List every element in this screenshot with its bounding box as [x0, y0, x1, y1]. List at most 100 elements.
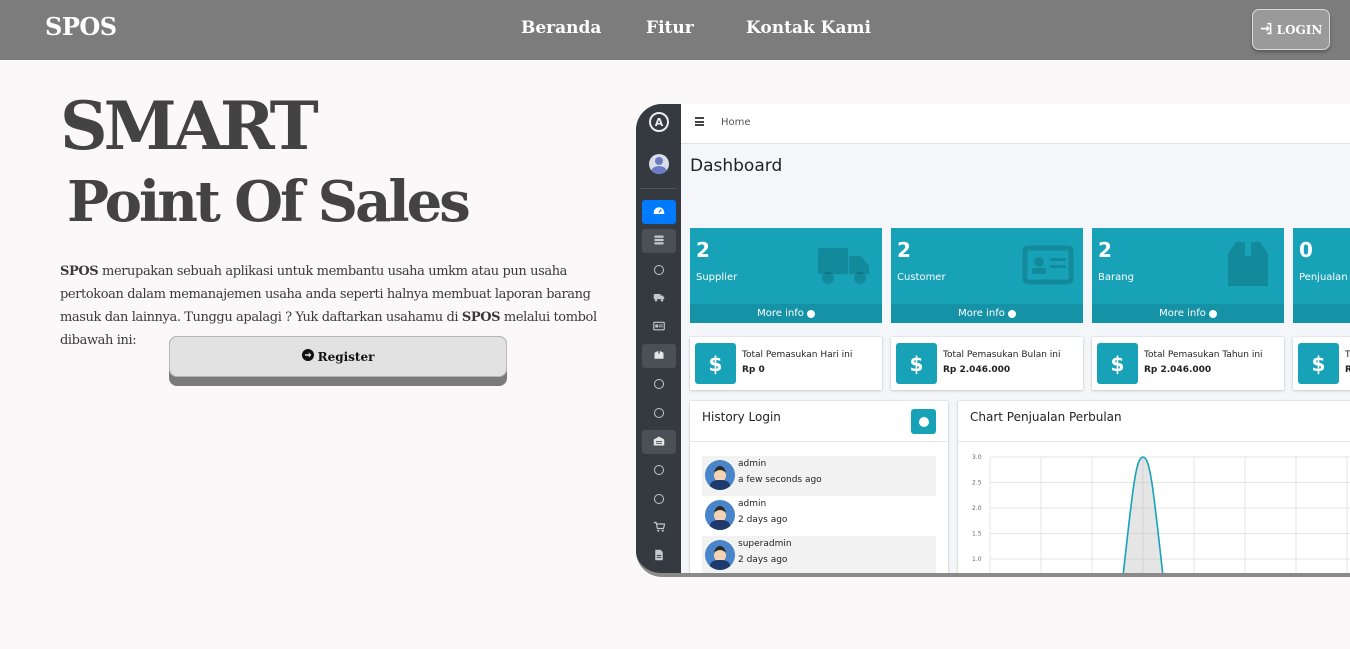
- history-row: admin 2 days ago: [702, 496, 936, 536]
- truck-icon: [653, 291, 665, 306]
- arrow-circle-right-icon: [806, 309, 815, 318]
- stat-count: 0: [1299, 238, 1313, 262]
- more-info-link: [1293, 304, 1350, 323]
- tachometer-icon: [653, 205, 665, 220]
- dollar-icon: $: [1298, 343, 1339, 384]
- stat-label: Barang: [1098, 272, 1134, 283]
- stat-count: 2: [696, 238, 710, 262]
- circle-icon: [654, 265, 664, 275]
- sidebar-item-customer: [642, 315, 676, 339]
- id-card-icon: [1019, 240, 1075, 290]
- circle-icon: [654, 408, 664, 418]
- more-info-label: More info: [958, 308, 1005, 319]
- card-header: Chart Penjualan Perbulan: [958, 401, 1350, 442]
- user-avatar: [705, 460, 735, 490]
- sign-in-icon: [1260, 22, 1273, 38]
- sidebar-item: [642, 372, 676, 396]
- circle-icon: [654, 465, 664, 475]
- register-label: Register: [317, 349, 375, 364]
- warehouse-icon: [653, 435, 665, 450]
- nav-link-kontak-kami[interactable]: Kontak Kami: [746, 18, 871, 38]
- stat-label: Penjualan Ha: [1299, 272, 1350, 283]
- history-row: superadmin 2 days ago: [702, 536, 936, 573]
- nav-link-fitur[interactable]: Fitur: [646, 18, 694, 38]
- brand-logo[interactable]: SPOS: [45, 12, 117, 41]
- sales-chart: 3.0 2.5 2.0 1.5 1.0: [972, 454, 1350, 573]
- dollar-icon: $: [695, 343, 736, 384]
- arrow-circle-right-icon: [1208, 309, 1217, 318]
- more-info-link: More info: [1092, 304, 1284, 323]
- income-title: Total Pemasukan Hari ini: [742, 350, 853, 360]
- sidebar-item-supplier: [642, 286, 676, 310]
- income-value: R: [1345, 365, 1350, 375]
- login-button[interactable]: LOGIN: [1252, 9, 1330, 50]
- nav-link-beranda[interactable]: Beranda: [521, 18, 601, 38]
- card-title: History Login: [702, 410, 781, 424]
- dollar-icon: $: [896, 343, 937, 384]
- more-info-label: More info: [1159, 308, 1206, 319]
- sidebar-item: [642, 258, 676, 282]
- chart-y-tick-label: 1.5: [972, 531, 982, 538]
- sidebar-item: [642, 458, 676, 482]
- history-user: superadmin: [738, 539, 792, 549]
- sidebar-item: [642, 401, 676, 425]
- history-row: admin a few seconds ago: [702, 456, 936, 496]
- sidebar-item-barang: [642, 344, 676, 368]
- chart-y-tick-label: 1.0: [972, 556, 982, 563]
- circle-icon: [654, 379, 664, 389]
- box-icon: [653, 349, 665, 364]
- user-avatar: [705, 540, 735, 570]
- chart-y-tick-label: 2.0: [972, 505, 982, 512]
- dashboard-title: Dashboard: [690, 156, 783, 176]
- hamburger-icon: [695, 117, 704, 126]
- dollar-icon: $: [1097, 343, 1138, 384]
- more-info-label: More info: [757, 308, 804, 319]
- sidebar-item-gudang: [642, 430, 676, 454]
- history-login-card: History Login admin a few seconds ago ad…: [690, 401, 948, 573]
- stat-label: Customer: [897, 272, 946, 283]
- box-icon: [1220, 240, 1276, 290]
- sales-chart-card: Chart Penjualan Perbulan 3.0 2.5 2.0 1.5 1.0: [958, 401, 1350, 573]
- history-user: admin: [738, 499, 767, 509]
- history-time: 2 days ago: [738, 555, 788, 565]
- stat-label: Supplier: [696, 272, 738, 283]
- id-card-icon: [653, 320, 665, 335]
- navbar: SPOS Beranda Fitur Kontak Kami LOGIN: [0, 0, 1350, 60]
- income-title: Total Pemasukan Tahun ini: [1144, 350, 1263, 360]
- register-button-face[interactable]: Register: [169, 336, 507, 377]
- sidebar: A: [636, 104, 681, 573]
- truck-icon: [818, 240, 874, 290]
- cart-icon: [653, 521, 666, 536]
- hero-title: SMART Point Of Sales: [60, 87, 471, 240]
- stat-box-customer: 2 Customer More info: [891, 228, 1083, 323]
- hero-title-line2: Point Of Sales: [67, 169, 471, 235]
- history-time: 2 days ago: [738, 515, 788, 525]
- income-value: Rp 0: [742, 365, 765, 375]
- dashboard-topbar: Home: [681, 104, 1350, 144]
- stat-count: 2: [1098, 238, 1112, 262]
- app-logo: A: [649, 112, 669, 132]
- card-header: History Login: [690, 401, 948, 442]
- income-value: Rp 2.046.000: [943, 365, 1011, 375]
- arrow-circle-right-icon: [1007, 309, 1016, 318]
- income-box-year: $ Total Pemasukan Tahun ini Rp 2.046.000: [1092, 337, 1284, 390]
- chart-series-area: [1122, 456, 1164, 573]
- card-title: Chart Penjualan Perbulan: [970, 410, 1122, 424]
- history-user: admin: [738, 459, 767, 469]
- chart-y-tick-label: 3.0: [972, 454, 982, 461]
- income-title: T: [1345, 350, 1350, 360]
- hero-title-line1: SMART: [60, 87, 319, 165]
- register-button[interactable]: Register: [169, 336, 507, 386]
- more-info-link: More info: [690, 304, 882, 323]
- stat-box-penjualan: 0 Penjualan Ha: [1293, 228, 1350, 323]
- sidebar-item-penjualan: [642, 516, 676, 540]
- arrow-circle-right-icon: [301, 349, 314, 364]
- chart-y-tick-label: 2.5: [972, 480, 982, 487]
- login-label: LOGIN: [1276, 22, 1323, 37]
- breadcrumb-home: Home: [721, 117, 751, 128]
- server-icon: [653, 234, 665, 249]
- user-avatar: [649, 154, 669, 174]
- income-title: Total Pemasukan Bulan ini: [943, 350, 1061, 360]
- sidebar-item-master-data: [642, 229, 676, 253]
- sidebar-item: [642, 487, 676, 511]
